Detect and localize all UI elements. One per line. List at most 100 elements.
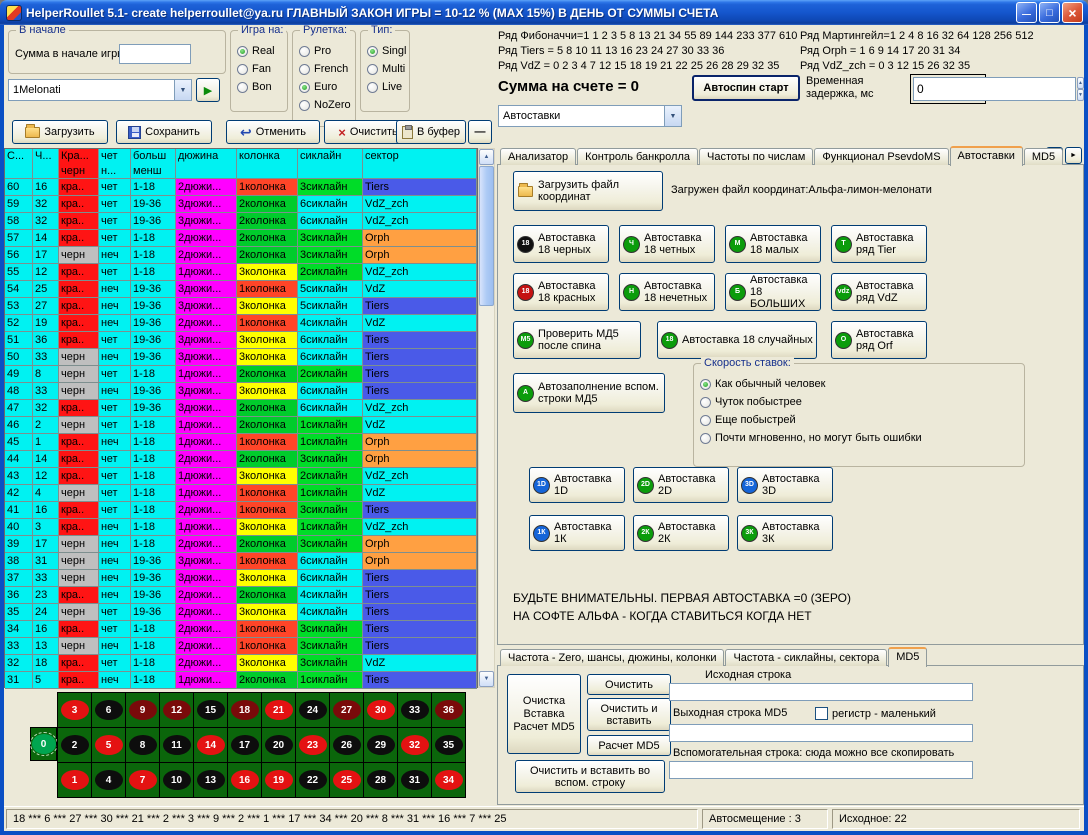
bet-button-1-0[interactable]: 18Автоставка 18 красных: [513, 273, 609, 311]
scrollbar-down-button[interactable]: ▼: [479, 671, 494, 687]
history-row-31[interactable]: 315кра..неч1-181дюжи...2колонка1сиклайнT…: [5, 672, 477, 689]
dk-bet-button-0-1[interactable]: 2DАвтоставка 2D: [633, 467, 729, 503]
source-string-input[interactable]: [669, 683, 973, 701]
board-number-31[interactable]: 31: [398, 763, 431, 797]
history-row-47[interactable]: 4732кра..чет19-363дюжи...2колонка6сиклай…: [5, 400, 477, 417]
history-row-52[interactable]: 5219кра..неч19-362дюжи...1колонка4сиклай…: [5, 315, 477, 332]
bottom-panel-tab-0[interactable]: Частота - Zero, шансы, дюжины, колонки: [500, 649, 724, 666]
bottom-panel-tab-2[interactable]: MD5: [888, 647, 927, 667]
type-radio-option[interactable]: Multi: [367, 61, 409, 77]
toolbar-button-2[interactable]: ↩Отменить: [226, 120, 320, 144]
bet-button-0-2[interactable]: МАвтоставка 18 малых: [725, 225, 821, 263]
game-radio-option[interactable]: Bon: [237, 79, 287, 95]
autospin-start-button[interactable]: Автоспин старт: [692, 75, 800, 101]
bet-button-0-3[interactable]: ТАвтоставка ряд Tier: [831, 225, 927, 263]
board-number-3[interactable]: 3: [58, 693, 91, 727]
dk-bet-button-0-2[interactable]: 3DАвтоставка 3D: [737, 467, 833, 503]
history-row-55[interactable]: 5512кра..чет1-181дюжи...3колонка2сиклайн…: [5, 264, 477, 281]
run-button[interactable]: ▶: [196, 78, 220, 102]
type-radio-option[interactable]: Singl: [367, 43, 409, 59]
bet-button-3-0[interactable]: ААвтозаполнение вспом. строки МД5: [513, 373, 665, 413]
toolbar-button-4[interactable]: В буфер: [396, 120, 466, 144]
game-radio-option[interactable]: Fan: [237, 61, 287, 77]
roulette-radio-option[interactable]: French: [299, 61, 355, 77]
history-row-33[interactable]: 3313черннеч1-182дюжи...1колонка3сиклайнT…: [5, 638, 477, 655]
history-row-46[interactable]: 462чернчет1-181дюжи...2колонка1сиклайнVd…: [5, 417, 477, 434]
history-row-34[interactable]: 3416кра..чет1-182дюжи...1колонка3сиклайн…: [5, 621, 477, 638]
history-row-39[interactable]: 3917черннеч1-182дюжи...2колонка3сиклайнO…: [5, 536, 477, 553]
board-number-5[interactable]: 5: [92, 728, 125, 762]
md5-stack-button[interactable]: Очистка Вставка Расчет MD5: [507, 674, 581, 754]
history-row-44[interactable]: 4414кра..чет1-182дюжи...2колонка3сиклайн…: [5, 451, 477, 468]
history-row-53[interactable]: 5327кра..неч19-363дюжи...3колонка5сиклай…: [5, 298, 477, 315]
profile-combobox[interactable]: 1Melonati ▼: [8, 79, 192, 101]
maximize-button[interactable]: □: [1039, 2, 1060, 23]
output-string-input[interactable]: [669, 724, 973, 742]
board-number-13[interactable]: 13: [194, 763, 227, 797]
md5-clear-paste-button[interactable]: Очистить и вставить: [587, 698, 671, 731]
history-row-42[interactable]: 424чернчет1-181дюжи...1колонка1сиклайнVd…: [5, 485, 477, 502]
board-number-20[interactable]: 20: [262, 728, 295, 762]
collapse-button[interactable]: —: [468, 120, 492, 144]
scrollbar-thumb[interactable]: [479, 166, 494, 306]
board-number-30[interactable]: 30: [364, 693, 397, 727]
board-number-32[interactable]: 32: [398, 728, 431, 762]
history-row-60[interactable]: 6016кра..чет1-182дюжи...1колонка3сиклайн…: [5, 179, 477, 196]
bet-button-0-1[interactable]: ЧАвтоставка 18 четных: [619, 225, 715, 263]
bet-button-2-1[interactable]: 18Автоставка 18 случайных: [657, 321, 817, 359]
bet-button-2-0[interactable]: М5Проверить МД5 после спина: [513, 321, 641, 359]
spinner-down-button[interactable]: ▼: [1077, 89, 1084, 101]
board-zero[interactable]: 0: [30, 727, 57, 761]
bottom-panel-tab-1[interactable]: Частота - сиклайны, сектора: [725, 649, 887, 666]
dk-bet-button-1-2[interactable]: 3КАвтоставка 3К: [737, 515, 833, 551]
history-row-57[interactable]: 5714кра..чет1-182дюжи...2колонка3сиклайн…: [5, 230, 477, 247]
md5-clear-button[interactable]: Очистить: [587, 674, 671, 695]
right-panel-tab-1[interactable]: Контроль банкролла: [577, 148, 698, 165]
tab-scroll-right-button[interactable]: ►: [1065, 147, 1082, 164]
right-panel-tab-3[interactable]: Функционал PsevdoMS: [814, 148, 948, 165]
board-number-26[interactable]: 26: [330, 728, 363, 762]
board-number-24[interactable]: 24: [296, 693, 329, 727]
bet-button-1-2[interactable]: БАвтоставка 18 БОЛЬШИХ: [725, 273, 821, 311]
minimize-button[interactable]: —: [1016, 2, 1037, 23]
speed-radio-option[interactable]: Почти мгновенно, но могут быть ошибки: [700, 430, 1024, 446]
history-row-43[interactable]: 4312кра..чет1-181дюжи...3колонка2сиклайн…: [5, 468, 477, 485]
board-number-4[interactable]: 4: [92, 763, 125, 797]
scrollbar-up-button[interactable]: ▲: [479, 149, 494, 165]
dk-bet-button-0-0[interactable]: 1DАвтоставка 1D: [529, 467, 625, 503]
bet-button-1-1[interactable]: НАвтоставка 18 нечетных: [619, 273, 715, 311]
board-number-11[interactable]: 11: [160, 728, 193, 762]
board-number-18[interactable]: 18: [228, 693, 261, 727]
right-panel-tab-5[interactable]: MD5: [1024, 148, 1063, 165]
history-row-58[interactable]: 5832кра..чет19-363дюжи...2колонка6сиклай…: [5, 213, 477, 230]
history-row-56[interactable]: 5617черннеч1-182дюжи...2колонка3сиклайнO…: [5, 247, 477, 264]
board-number-16[interactable]: 16: [228, 763, 261, 797]
bet-button-1-3[interactable]: vdzАвтоставка ряд VdZ: [831, 273, 927, 311]
board-number-1[interactable]: 1: [58, 763, 91, 797]
roulette-radio-option[interactable]: NoZero: [299, 97, 355, 113]
history-row-59[interactable]: 5932кра..чет19-363дюжи...2колонка6сиклай…: [5, 196, 477, 213]
speed-radio-option[interactable]: Чуток побыстрее: [700, 394, 1024, 410]
board-number-8[interactable]: 8: [126, 728, 159, 762]
board-number-29[interactable]: 29: [364, 728, 397, 762]
board-number-14[interactable]: 14: [194, 728, 227, 762]
roulette-radio-option[interactable]: Euro: [299, 79, 355, 95]
board-number-12[interactable]: 12: [160, 693, 193, 727]
start-sum-input[interactable]: [119, 44, 191, 64]
board-number-23[interactable]: 23: [296, 728, 329, 762]
board-number-36[interactable]: 36: [432, 693, 465, 727]
board-number-33[interactable]: 33: [398, 693, 431, 727]
load-coordinates-button[interactable]: Загрузить файл координат: [513, 171, 663, 211]
board-number-22[interactable]: 22: [296, 763, 329, 797]
titlebar[interactable]: HelperRoullet 5.1- create helperroullet@…: [0, 0, 1088, 25]
right-panel-tab-0[interactable]: Анализатор: [500, 148, 576, 165]
speed-radio-option[interactable]: Как обычный человек: [700, 376, 1024, 392]
history-row-50[interactable]: 5033черннеч19-363дюжи...3колонка6сиклайн…: [5, 349, 477, 366]
history-row-48[interactable]: 4833черннеч19-363дюжи...3колонка6сиклайн…: [5, 383, 477, 400]
aux-string-input[interactable]: [669, 761, 973, 779]
spinner-up-button[interactable]: ▲: [1077, 77, 1084, 89]
board-number-25[interactable]: 25: [330, 763, 363, 797]
history-row-37[interactable]: 3733черннеч19-363дюжи...3колонка6сиклайн…: [5, 570, 477, 587]
history-row-38[interactable]: 3831черннеч19-363дюжи...1колонка6сиклайн…: [5, 553, 477, 570]
type-radio-option[interactable]: Live: [367, 79, 409, 95]
